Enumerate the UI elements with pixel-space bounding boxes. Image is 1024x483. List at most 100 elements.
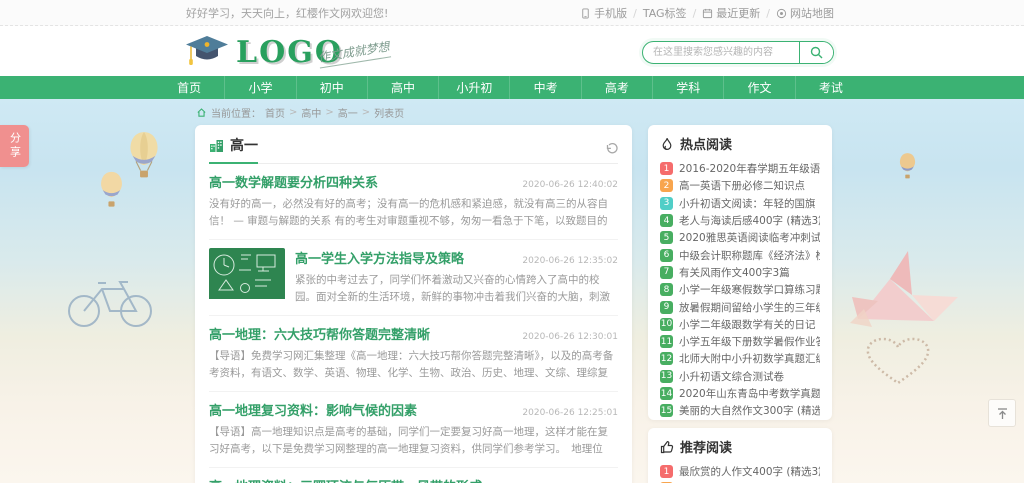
rank-badge: 4 (660, 214, 673, 227)
article-title-link[interactable]: 高一地理复习资料：影响气候的因素 (209, 400, 417, 419)
article-list-panel: 高一 高一数学解题要分析四种关系 2020-06-26 12:40:02 没有好… (195, 125, 632, 483)
article-summary: 【导语】高一地理知识点是高考的基础，同学们一定要复习好高一地理，这样才能在复习好… (209, 424, 618, 458)
article-item: 高一地理资料：三圈环流与气压带、风带的形成 2020-06-26 12:20:0… (209, 468, 618, 483)
rank-badge: 13 (660, 370, 673, 383)
hot-list-item[interactable]: 10小学二年级跟数学有关的日记 (660, 316, 820, 333)
rank-badge: 5 (660, 231, 673, 244)
hot-air-balloon-decoration (126, 131, 162, 183)
nav-item-senior[interactable]: 高中 (367, 76, 438, 99)
breadcrumb-home[interactable]: 首页 (265, 105, 285, 120)
thumbs-up-icon (660, 440, 674, 454)
recommend-list-item[interactable]: 1最欣赏的人作文400字 (精选3篇) (660, 463, 820, 480)
recommend-reading-title: 推荐阅读 (680, 437, 732, 456)
breadcrumb-separator: > (325, 107, 333, 118)
hot-air-balloon-decoration (898, 152, 917, 182)
hot-list-item[interactable]: 4老人与海读后感400字 (精选3篇) (660, 212, 820, 229)
hot-reading-title: 热点阅读 (680, 134, 732, 153)
breadcrumb-separator: > (362, 107, 370, 118)
article-date: 2020-06-26 12:40:02 (522, 180, 618, 190)
bicycle-decoration (62, 271, 158, 329)
back-to-top-button[interactable] (988, 399, 1016, 427)
topbar-link-mobile[interactable]: 手机版 (580, 5, 627, 21)
breadcrumb-prefix: 当前位置： (211, 105, 261, 120)
hot-list-item[interactable]: 7有关风雨作文400字3篇 (660, 264, 820, 281)
article-summary: 【导语】免费学习网汇集整理《高一地理：六大技巧帮你答题完整清晰》，以及的高考备考… (209, 348, 618, 382)
article-title-link[interactable]: 高一地理资料：三圈环流与气压带、风带的形成 (209, 476, 482, 483)
nav-item-junior[interactable]: 初中 (296, 76, 367, 99)
site-header: LOGO 作文成就梦想 (0, 27, 1024, 76)
article-date: 2020-06-26 12:30:01 (522, 332, 618, 342)
topbar-separator: / (633, 7, 637, 20)
nav-item-subjects[interactable]: 学科 (652, 76, 723, 99)
hot-list-item[interactable]: 9放暑假期间留给小学生的三年级英语作文范文 (660, 298, 820, 315)
nav-item-xiaoshengchu[interactable]: 小升初 (438, 76, 509, 99)
breadcrumb-grade1[interactable]: 高一 (338, 105, 358, 120)
article-title-link[interactable]: 高一学生入学方法指导及策略 (295, 248, 464, 267)
topbar-link-recent[interactable]: 最近更新 (702, 5, 760, 21)
nav-item-home[interactable]: 首页 (154, 76, 224, 99)
undo-icon (604, 142, 618, 156)
topbar-separator: / (766, 7, 770, 20)
breadcrumb-senior[interactable]: 高中 (301, 105, 321, 120)
hot-list-item[interactable]: 12北师大附中小升初数学真题汇编 (660, 350, 820, 367)
nav-item-primary[interactable]: 小学 (224, 76, 295, 99)
recommend-reading-panel: 推荐阅读 1最欣赏的人作文400字 (精选3篇) 2关于感恩的中考满分作文600… (648, 428, 832, 483)
nav-item-zuowen[interactable]: 作文 (723, 76, 794, 99)
flame-icon (660, 137, 674, 151)
rank-badge: 3 (660, 197, 673, 210)
graduation-cap-icon (184, 33, 230, 71)
phone-icon (580, 8, 591, 19)
breadcrumb-listpage[interactable]: 列表页 (374, 105, 404, 120)
search-bar (642, 41, 834, 64)
welcome-text: 好好学习，天天向上，红樱作文网欢迎您! (186, 5, 388, 21)
home-icon (196, 107, 207, 118)
hot-list-item[interactable]: 2高一英语下册必修二知识点 (660, 177, 820, 194)
panel-header: 高一 (209, 135, 618, 164)
building-icon (209, 138, 224, 153)
main-nav: 首页 小学 初中 高中 小升初 中考 高考 学科 作文 考试 (0, 76, 1024, 99)
nav-item-gaokao[interactable]: 高考 (581, 76, 652, 99)
recommend-reading-list: 1最欣赏的人作文400字 (精选3篇) 2关于感恩的中考满分作文600字 (660, 463, 820, 483)
article-summary: 没有好的高一，必然没有好的高考；没有高一的危机感和紧迫感，就没有高三的从容自信！… (209, 196, 618, 230)
hot-air-balloon-decoration (98, 171, 125, 211)
hot-list-item[interactable]: 52020雅思英语阅读临考冲刺试题附答案 (660, 229, 820, 246)
nav-item-kaoshi[interactable]: 考试 (795, 76, 866, 99)
topbar-link-sitemap[interactable]: 网站地图 (776, 5, 834, 21)
topbar-link-tags[interactable]: TAG标签 (643, 5, 687, 21)
nav-item-zhongkao[interactable]: 中考 (509, 76, 580, 99)
recent-update-icon (702, 8, 713, 19)
hot-list-item[interactable]: 11小学五年级下册数学暑假作业答案【20-61 (660, 333, 820, 350)
refresh-button[interactable] (604, 142, 618, 163)
topbar-separator: / (693, 7, 697, 20)
arrow-up-to-line-icon (996, 407, 1009, 420)
hot-list-item[interactable]: 6中级会计职称题库《经济法》检测题 (660, 246, 820, 263)
search-input[interactable] (643, 42, 799, 63)
hot-list-item[interactable]: 13小升初语文综合测试卷 (660, 368, 820, 385)
chalkboard-image (209, 248, 285, 299)
rank-badge: 1 (660, 465, 673, 478)
hot-list-item[interactable]: 142020年山东青岛中考数学真题 (已公布) (660, 385, 820, 402)
hot-list-item[interactable]: 12016-2020年春学期五年级语文下期末模拟 (660, 160, 820, 177)
share-button[interactable]: 分享 (0, 125, 29, 167)
hot-list-item[interactable]: 3小升初语文阅读：年轻的国旗 (660, 195, 820, 212)
article-item: 高一地理：六大技巧帮你答题完整清晰 2020-06-26 12:30:01 【导… (209, 316, 618, 392)
rank-badge: 1 (660, 162, 673, 175)
article-summary: 紧张的中考过去了，同学们怀着激动又兴奋的心情跨入了高中的校园。面对全新的生活环境… (295, 272, 618, 306)
search-icon (810, 46, 823, 59)
hot-list-item[interactable]: 8小学一年级寒假数学口算练习题三篇 (660, 281, 820, 298)
article-item: 高一地理复习资料：影响气候的因素 2020-06-26 12:25:01 【导语… (209, 392, 618, 468)
rank-badge: 2 (660, 179, 673, 192)
topbar-links: 手机版 / TAG标签 / 最近更新 / 网站地图 (580, 5, 834, 21)
breadcrumb-separator: > (289, 107, 297, 118)
share-label: 分享 (7, 132, 23, 160)
article-thumbnail[interactable] (209, 248, 285, 306)
hot-list-item[interactable]: 15美丽的大自然作文300字 (精选3篇) (660, 402, 820, 419)
sand-heart-decoration (854, 331, 942, 389)
article-title-link[interactable]: 高一数学解题要分析四种关系 (209, 172, 378, 191)
article-title-link[interactable]: 高一地理：六大技巧帮你答题完整清晰 (209, 324, 430, 343)
hot-reading-list: 12016-2020年春学期五年级语文下期末模拟 2高一英语下册必修二知识点 3… (660, 160, 820, 419)
rank-badge: 9 (660, 301, 673, 314)
sitemap-icon (776, 8, 787, 19)
search-button[interactable] (799, 42, 833, 63)
rank-badge: 7 (660, 266, 673, 279)
